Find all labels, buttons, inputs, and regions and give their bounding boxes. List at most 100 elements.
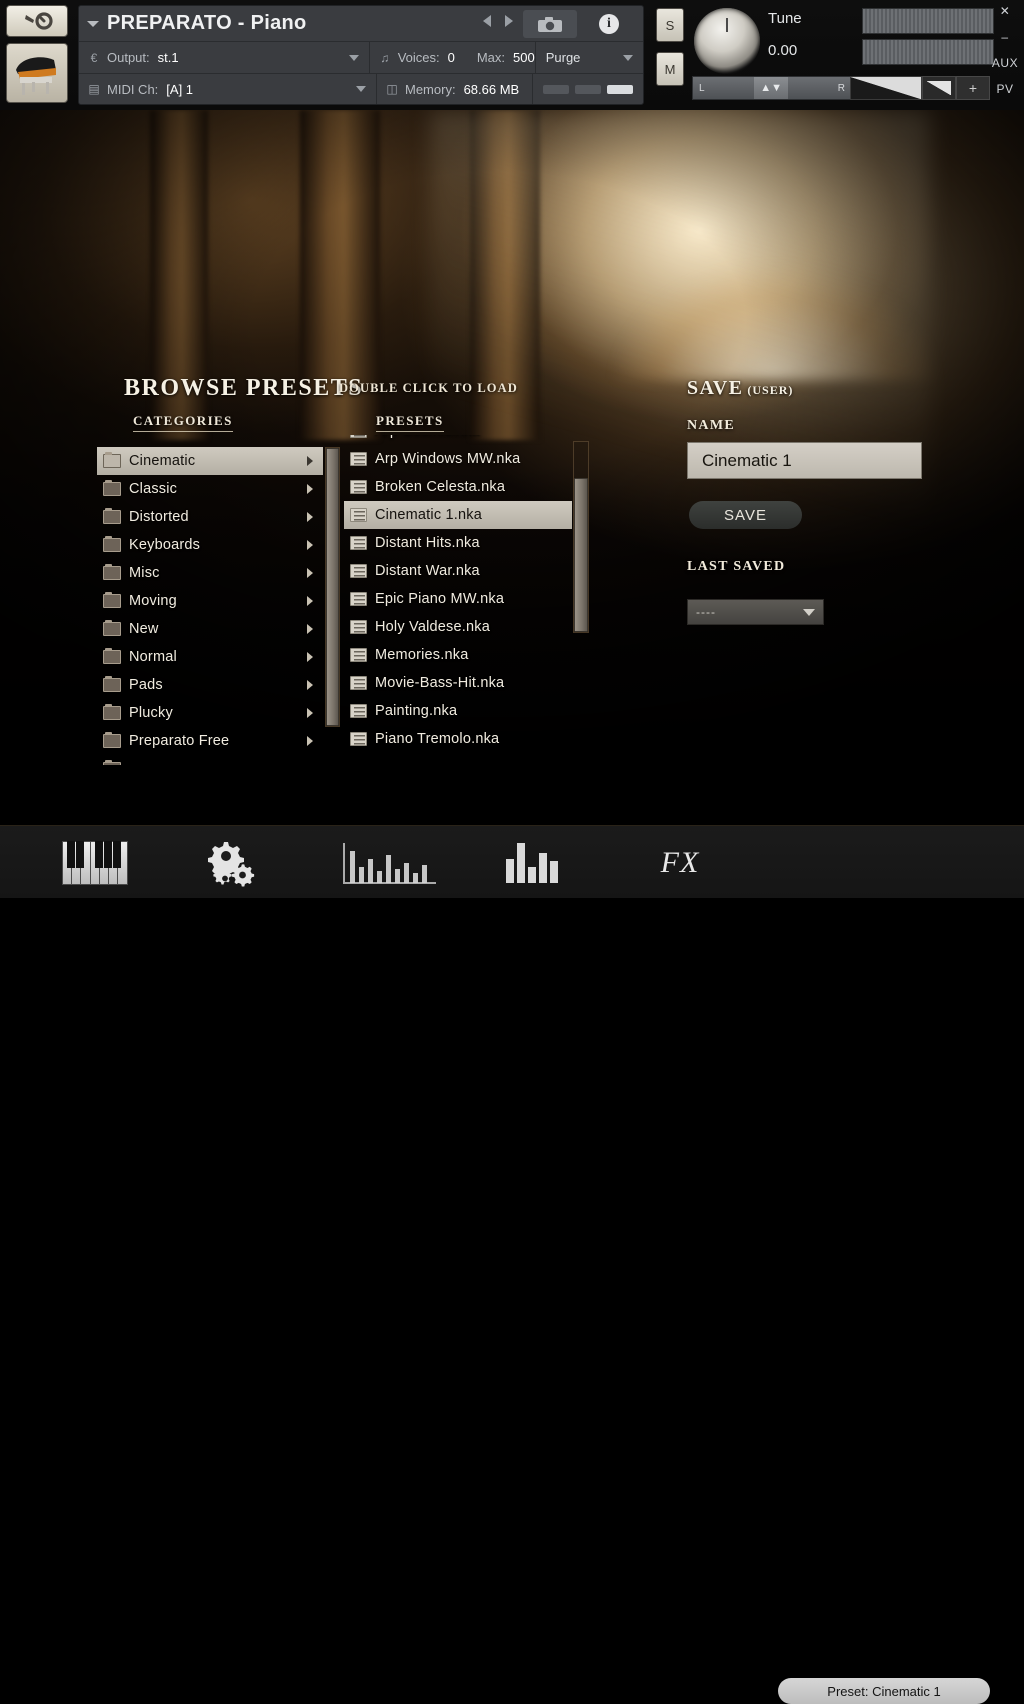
- close-icon[interactable]: ✕: [990, 4, 1020, 18]
- category-label: Pads: [129, 677, 163, 693]
- piano-keyboard-icon: [61, 840, 128, 885]
- presets-list[interactable]: Arp Cosmic.nka Arp Windows MW.nka Broken C…: [344, 435, 572, 770]
- output-cell[interactable]: € Output: st.1: [79, 42, 370, 73]
- preset-row[interactable]: Epic Piano MW.nka: [344, 585, 572, 613]
- pan-center-handle[interactable]: ▲▼: [754, 77, 789, 99]
- pan-right-label: R: [837, 82, 845, 94]
- category-row[interactable]: Distorted: [97, 503, 323, 531]
- tune-value: 0.00: [768, 42, 798, 59]
- tab-mixer[interactable]: [480, 826, 584, 899]
- preset-row[interactable]: Distant Hits.nka: [344, 529, 572, 557]
- presets-scrollbar-thumb[interactable]: [574, 478, 588, 632]
- snapshot-camera-icon[interactable]: [523, 10, 577, 38]
- category-label: Misc: [129, 565, 160, 581]
- preset-row[interactable]: Holy Valdese.nka: [344, 613, 572, 641]
- purge-led-2[interactable]: [575, 84, 601, 94]
- tab-settings[interactable]: [178, 826, 282, 899]
- midi-cell[interactable]: ▤ MIDI Ch: [A] 1: [79, 74, 377, 104]
- chevron-right-icon[interactable]: [307, 596, 313, 606]
- categories-list[interactable]: Cinematic Classic Distorted Keyboards Misc Mo…: [97, 447, 323, 765]
- category-row[interactable]: New: [97, 615, 323, 643]
- purge-cell[interactable]: Purge: [536, 42, 643, 73]
- memory-value: 68.66 MB: [463, 81, 520, 97]
- volume-plus-button[interactable]: +: [956, 76, 990, 100]
- volume-track[interactable]: [850, 76, 922, 100]
- solo-button[interactable]: S: [656, 8, 684, 42]
- prev-arrow-icon[interactable]: [483, 15, 491, 27]
- chevron-right-icon[interactable]: [307, 456, 313, 466]
- chevron-right-icon[interactable]: [307, 540, 313, 550]
- tune-knob[interactable]: [694, 8, 760, 74]
- preset-row[interactable]: Painting.nka: [344, 697, 572, 725]
- chevron-right-icon[interactable]: [307, 652, 313, 662]
- preset-name-input[interactable]: Cinematic 1: [687, 442, 922, 479]
- tab-sequencer[interactable]: [330, 826, 450, 899]
- mute-button[interactable]: M: [656, 52, 684, 86]
- chevron-right-icon[interactable]: [307, 624, 313, 634]
- category-label: Preparato Free: [129, 733, 230, 749]
- minimize-icon[interactable]: –: [990, 30, 1020, 44]
- purge-dropdown-icon[interactable]: [623, 54, 633, 61]
- preset-label: Broken Celesta.nka: [375, 479, 506, 495]
- chevron-right-icon[interactable]: [307, 568, 313, 578]
- preset-row[interactable]: Piano Tremolo.nka: [344, 725, 572, 753]
- preset-row[interactable]: Arp Windows MW.nka: [344, 445, 572, 473]
- window-controls: ✕ – AUX PV: [990, 4, 1020, 108]
- category-row[interactable]: Misc: [97, 559, 323, 587]
- categories-scrollbar-thumb[interactable]: [326, 448, 339, 726]
- aux-button[interactable]: AUX: [990, 56, 1020, 70]
- tune-knob-indicator: [726, 18, 728, 32]
- midi-dropdown-icon[interactable]: [356, 86, 366, 92]
- tab-keyboard[interactable]: [42, 826, 146, 899]
- last-saved-dropdown[interactable]: ----: [687, 599, 824, 625]
- folder-icon: [103, 648, 121, 664]
- preset-label: Painting.nka: [375, 703, 458, 719]
- preset-row[interactable]: Memories.nka: [344, 641, 572, 669]
- save-section-title: SAVE (USER): [687, 377, 793, 400]
- category-row[interactable]: Pads: [97, 671, 323, 699]
- category-label: Keyboards: [129, 537, 201, 553]
- volume-slider[interactable]: +: [850, 76, 990, 100]
- instrument-body: BROWSE PRESETS DOUBLE CLICK TO LOAD SAVE…: [0, 110, 1024, 825]
- category-row-partial[interactable]: [97, 755, 323, 765]
- category-row[interactable]: Plucky: [97, 699, 323, 727]
- category-row[interactable]: Normal: [97, 643, 323, 671]
- chevron-right-icon[interactable]: [307, 708, 313, 718]
- category-label: Plucky: [129, 705, 173, 721]
- preset-file-icon: [350, 592, 367, 606]
- category-row[interactable]: Classic: [97, 475, 323, 503]
- next-arrow-icon[interactable]: [505, 15, 513, 27]
- preset-row[interactable]: Broken Celesta.nka: [344, 473, 572, 501]
- kontakt-header: PREPARATO - Piano i € Output: st.1 ♫ Voi…: [0, 0, 1024, 110]
- category-row[interactable]: Preparato Free: [97, 727, 323, 755]
- chevron-right-icon[interactable]: [307, 680, 313, 690]
- pv-button[interactable]: PV: [990, 82, 1020, 96]
- wrench-icon[interactable]: [6, 5, 68, 37]
- preset-label: Distant War.nka: [375, 563, 480, 579]
- purge-led-1[interactable]: [543, 84, 569, 94]
- mixer-bars-icon: [506, 842, 558, 883]
- info-button[interactable]: i: [585, 10, 633, 38]
- preset-row[interactable]: Cinematic 1.nka: [344, 501, 572, 529]
- category-row[interactable]: Moving: [97, 587, 323, 615]
- voices-value: 0: [447, 50, 455, 65]
- pan-slider[interactable]: L ▲▼ R: [692, 76, 852, 100]
- category-row[interactable]: Keyboards: [97, 531, 323, 559]
- preset-row[interactable]: Arp Cosmic.nka: [344, 435, 572, 445]
- category-row[interactable]: Cinematic: [97, 447, 323, 475]
- instrument-icon[interactable]: [6, 43, 68, 103]
- preset-file-icon: [350, 480, 367, 494]
- chevron-right-icon[interactable]: [307, 512, 313, 522]
- output-dropdown-icon[interactable]: [348, 54, 359, 61]
- save-button[interactable]: SAVE: [689, 501, 802, 529]
- volume-handle[interactable]: [922, 76, 956, 100]
- chevron-right-icon[interactable]: [307, 736, 313, 746]
- preset-display-button[interactable]: Preset: Cinematic 1: [778, 1678, 990, 1704]
- chevron-down-icon[interactable]: [87, 20, 99, 27]
- preset-row[interactable]: Distant War.nka: [344, 557, 572, 585]
- purge-led-3[interactable]: [607, 84, 633, 94]
- preset-row[interactable]: Movie-Bass-Hit.nka: [344, 669, 572, 697]
- level-meter-left: [862, 8, 994, 34]
- tab-fx[interactable]: FX: [630, 826, 730, 899]
- chevron-right-icon[interactable]: [307, 484, 313, 494]
